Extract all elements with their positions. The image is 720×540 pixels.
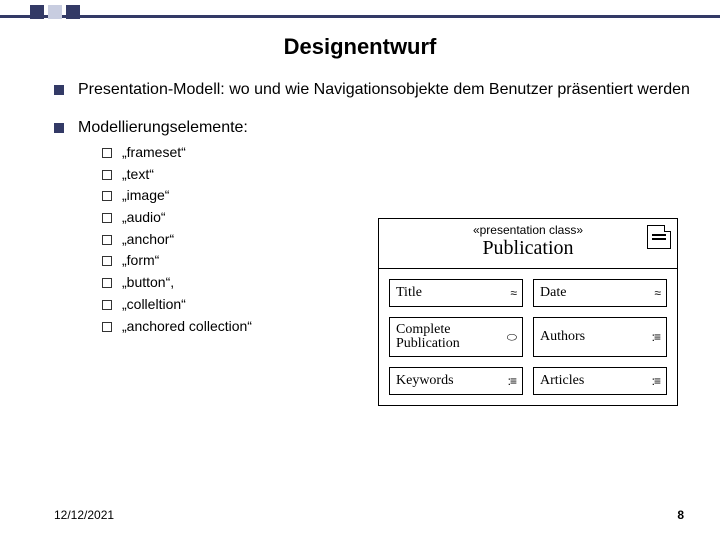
hollow-square-icon bbox=[102, 300, 112, 310]
diagram-body: Title ≈ Date ≈ Complete Publication ⬭ Au… bbox=[378, 269, 678, 406]
bullet-level1: Presentation-Modell: wo und wie Navigati… bbox=[54, 80, 690, 100]
sub-text: „colleltion“ bbox=[122, 294, 186, 316]
sub-text: „anchor“ bbox=[122, 229, 174, 251]
list-mark-icon: :≡ bbox=[652, 331, 660, 343]
square-icon bbox=[48, 5, 62, 19]
cell-label: Authors bbox=[540, 330, 585, 344]
list-mark-icon: :≡ bbox=[508, 375, 516, 387]
square-icon bbox=[66, 5, 80, 19]
square-bullet-icon bbox=[54, 85, 64, 95]
hollow-square-icon bbox=[102, 322, 112, 332]
hollow-square-icon bbox=[102, 170, 112, 180]
page-corner-icon bbox=[647, 225, 671, 249]
page-number: 8 bbox=[677, 508, 684, 522]
anchor-mark-icon: ⬭ bbox=[507, 331, 516, 343]
footer-date: 12/12/2021 bbox=[54, 508, 114, 522]
cell-label: Title bbox=[396, 286, 422, 300]
sub-text: „image“ bbox=[122, 185, 169, 207]
top-line bbox=[0, 15, 720, 18]
sub-text: „anchored collection“ bbox=[122, 316, 252, 338]
stereotype-label: «presentation class» bbox=[385, 223, 671, 237]
hollow-square-icon bbox=[102, 191, 112, 201]
sub-text: „frameset“ bbox=[122, 142, 186, 164]
hollow-square-icon bbox=[102, 256, 112, 266]
cell-label: Keywords bbox=[396, 374, 454, 388]
sub-text: „form“ bbox=[122, 250, 159, 272]
diagram-cell: Date ≈ bbox=[533, 279, 667, 307]
diagram-cell: Title ≈ bbox=[389, 279, 523, 307]
bullet-level2: „text“ bbox=[102, 164, 690, 186]
diagram-cell: Complete Publication ⬭ bbox=[389, 317, 523, 357]
diagram-cell: Articles :≡ bbox=[533, 367, 667, 395]
bullet-level2: „image“ bbox=[102, 185, 690, 207]
diagram-row: Title ≈ Date ≈ bbox=[389, 279, 667, 307]
bullet-level2: „frameset“ bbox=[102, 142, 690, 164]
hollow-square-icon bbox=[102, 213, 112, 223]
cell-label: Articles bbox=[540, 374, 584, 388]
slide-title: Designentwurf bbox=[0, 34, 720, 60]
text-mark-icon: ≈ bbox=[654, 287, 660, 299]
hollow-square-icon bbox=[102, 148, 112, 158]
square-bullet-icon bbox=[54, 123, 64, 133]
presentation-class-diagram: «presentation class» Publication Title ≈… bbox=[378, 218, 678, 406]
diagram-header: «presentation class» Publication bbox=[378, 218, 678, 269]
cell-label: Complete Publication bbox=[396, 323, 507, 351]
diagram-cell: Keywords :≡ bbox=[389, 367, 523, 395]
square-icon bbox=[30, 5, 44, 19]
cell-label: Date bbox=[540, 286, 566, 300]
footer: 12/12/2021 8 bbox=[54, 508, 684, 522]
bullet-text: Presentation-Modell: wo und wie Navigati… bbox=[78, 80, 690, 100]
sub-text: „button“, bbox=[122, 272, 174, 294]
sub-text: „text“ bbox=[122, 164, 154, 186]
diagram-title: Publication bbox=[385, 237, 671, 260]
bullet-text-label: Modellierungselemente: bbox=[78, 119, 248, 136]
slide: Designentwurf Presentation-Modell: wo un… bbox=[0, 0, 720, 540]
top-squares bbox=[30, 5, 80, 19]
diagram-row: Keywords :≡ Articles :≡ bbox=[389, 367, 667, 395]
diagram-cell: Authors :≡ bbox=[533, 317, 667, 357]
top-decor bbox=[0, 0, 720, 24]
diagram-row: Complete Publication ⬭ Authors :≡ bbox=[389, 317, 667, 357]
hollow-square-icon bbox=[102, 278, 112, 288]
list-mark-icon: :≡ bbox=[652, 375, 660, 387]
text-mark-icon: ≈ bbox=[510, 287, 516, 299]
hollow-square-icon bbox=[102, 235, 112, 245]
sub-text: „audio“ bbox=[122, 207, 166, 229]
